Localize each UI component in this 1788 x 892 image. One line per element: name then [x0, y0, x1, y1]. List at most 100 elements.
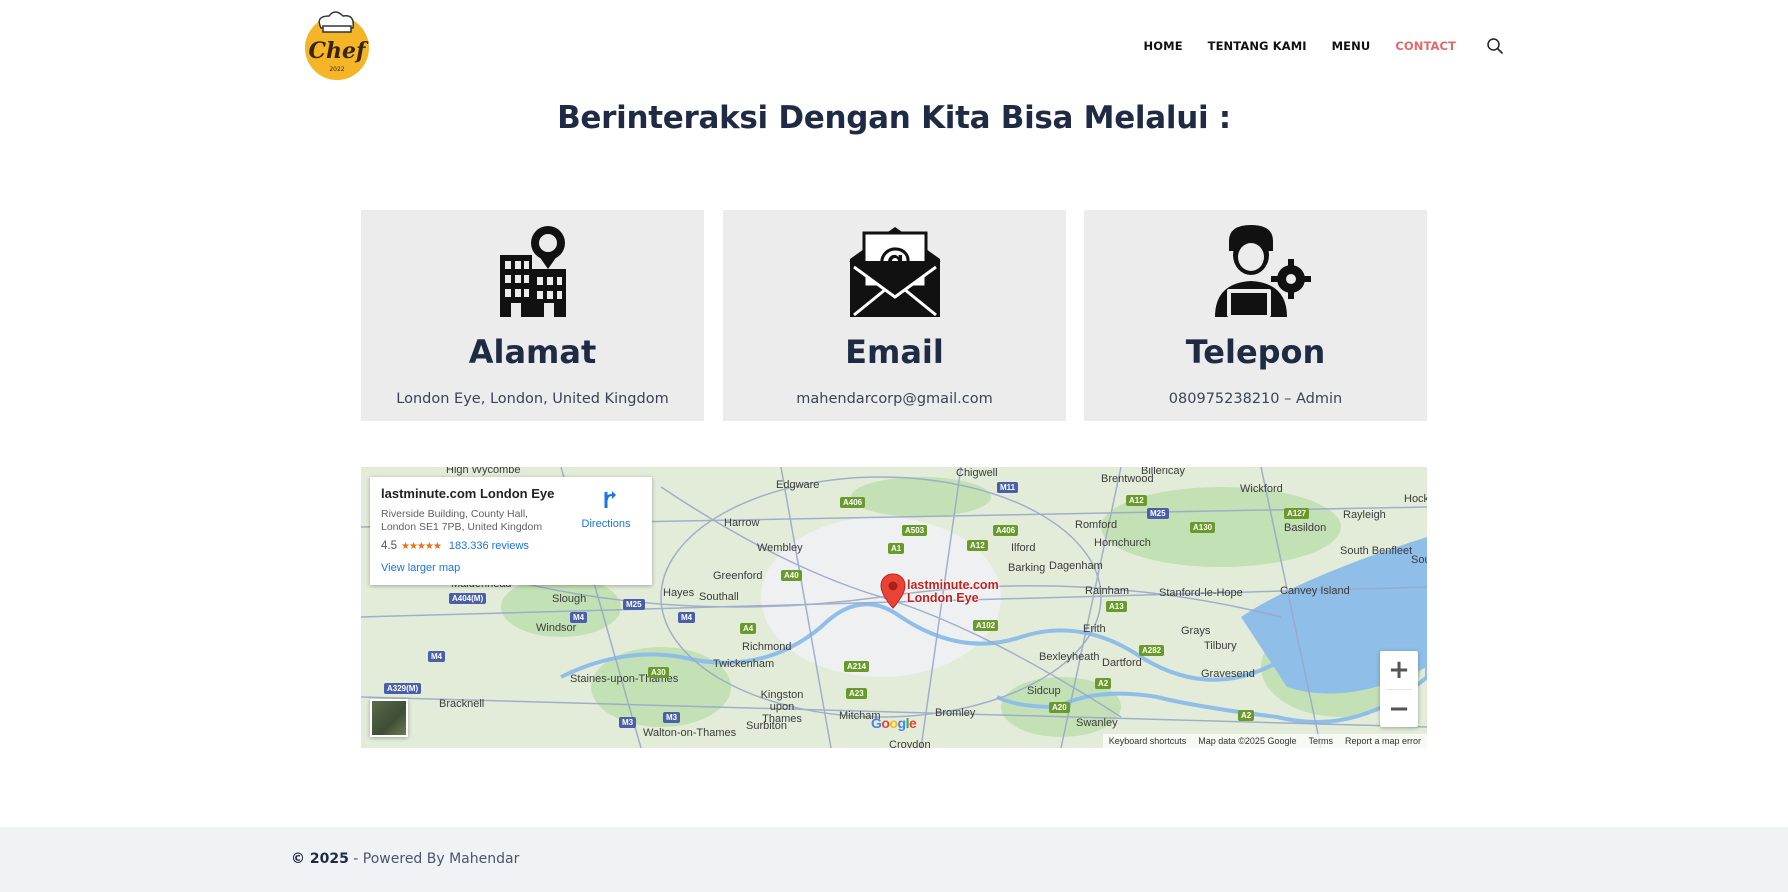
road-badge: A127: [1284, 508, 1310, 519]
road-badge: A4: [740, 623, 757, 634]
map-place: Bexleyheath: [1039, 651, 1100, 663]
terms-link[interactable]: Terms: [1308, 736, 1333, 746]
search-icon[interactable]: [1486, 37, 1504, 55]
card-alamat: Alamat London Eye, London, United Kingdo…: [361, 210, 704, 421]
road-badge: A406: [840, 497, 866, 508]
directions-icon: [604, 491, 616, 508]
powered-by: - Powered By Mahendar: [348, 851, 520, 867]
map-place: Gravesend: [1201, 668, 1255, 680]
view-larger-map-link[interactable]: View larger map: [381, 562, 460, 574]
card-title-alamat: Alamat: [468, 333, 597, 371]
road-badge: A503: [902, 525, 928, 536]
chef-logo[interactable]: Chef 2022: [301, 10, 373, 82]
nav-contact[interactable]: CONTACT: [1395, 39, 1456, 53]
road-badge: M3: [663, 712, 681, 723]
site-header: Chef 2022 HOME TENTANG KAMI MENU CONTACT: [0, 0, 1788, 92]
satellite-toggle[interactable]: [370, 699, 408, 737]
map-place: Hayes: [663, 587, 695, 599]
map-place: South Benfleet: [1340, 545, 1413, 557]
map-place: Bracknell: [439, 698, 485, 710]
building-location-icon: [478, 219, 588, 319]
map-place: Romford: [1075, 519, 1118, 531]
report-error-link[interactable]: Report a map error: [1345, 736, 1421, 746]
place-address: Riverside Building, County Hall, London …: [381, 508, 543, 533]
zoom-out-button[interactable]: −: [1380, 690, 1418, 728]
keyboard-shortcuts-link[interactable]: Keyboard shortcuts: [1109, 736, 1187, 746]
pin-label: lastminute.com London Eye: [907, 579, 999, 605]
map-place: Rainham: [1085, 585, 1130, 597]
map-place: Wembley: [757, 542, 803, 554]
contact-cards: Alamat London Eye, London, United Kingdo…: [361, 210, 1427, 421]
map-place: Walton-on-Thames: [643, 727, 737, 739]
map-place: Dagenham: [1049, 560, 1103, 572]
road-badge: A2: [1095, 678, 1112, 689]
google-logo: Google: [871, 715, 917, 731]
zoom-controls: + −: [1380, 651, 1418, 727]
site-footer: © 2025 - Powered By Mahendar: [0, 827, 1788, 892]
road-badge: A30: [648, 667, 669, 678]
main-nav: HOME TENTANG KAMI MENU CONTACT: [1119, 37, 1504, 55]
card-email: @ Email mahendarcorp@gmail.com: [723, 210, 1066, 421]
map-place: Basildon: [1284, 522, 1327, 534]
card-text-alamat: London Eye, London, United Kingdom: [396, 391, 669, 407]
nav-home[interactable]: HOME: [1144, 39, 1183, 53]
card-title-email: Email: [845, 333, 944, 371]
map-place: Slough: [552, 593, 587, 605]
road-badge: A329(M): [384, 683, 422, 694]
map-place: Harrow: [724, 517, 760, 529]
footer-text: © 2025 - Powered By Mahendar: [291, 851, 519, 867]
road-badge: A2: [1238, 710, 1255, 721]
copyright: © 2025: [291, 851, 349, 867]
map-place: Hock: [1404, 493, 1427, 505]
map-place: Stanford-le-Hope: [1159, 587, 1243, 599]
logo-text: Chef: [309, 38, 370, 64]
admin-user-gear-icon: [1201, 219, 1311, 319]
map-place: Surbiton: [746, 720, 787, 732]
map-place: Barking: [1008, 562, 1046, 574]
road-badge: A214: [844, 661, 870, 672]
card-telepon: Telepon 080975238210 – Admin: [1084, 210, 1427, 421]
map-place: Dartford: [1102, 657, 1142, 669]
nav-tentang-kami[interactable]: TENTANG KAMI: [1208, 39, 1307, 53]
map-place: Tilbury: [1204, 640, 1237, 652]
map-place: Canvey Island: [1280, 585, 1350, 597]
road-badge: A282: [1139, 645, 1165, 656]
map-place: Erith: [1083, 623, 1106, 635]
map-place: Greenford: [713, 570, 763, 582]
map-place: Sou: [1411, 554, 1427, 566]
map-place: Chigwell: [956, 467, 998, 479]
map-footer: Keyboard shortcuts Map data ©2025 Google…: [1102, 734, 1427, 748]
road-badge: A40: [781, 570, 802, 581]
email-envelope-icon: @: [840, 219, 950, 319]
google-map[interactable]: High Wycombe Chigwell Billericay Brentwo…: [361, 467, 1427, 748]
zoom-in-button[interactable]: +: [1380, 651, 1418, 689]
road-badge: M4: [678, 612, 696, 623]
directions-button[interactable]: Directions: [578, 489, 634, 530]
road-badge: M4: [570, 612, 588, 623]
road-badge: A1: [888, 543, 905, 554]
map-pin-icon[interactable]: [880, 573, 906, 609]
road-badge: A20: [1049, 702, 1070, 713]
place-info-card: lastminute.com London Eye Riverside Buil…: [370, 477, 652, 585]
card-title-telepon: Telepon: [1185, 333, 1326, 371]
road-badge: M25: [623, 599, 645, 610]
map-place: Swanley: [1076, 717, 1118, 729]
map-place: Southall: [699, 591, 739, 603]
map-place: Wickford: [1240, 483, 1283, 495]
map-place: Rayleigh: [1343, 509, 1386, 521]
road-badge: A130: [1190, 522, 1216, 533]
road-badge: A13: [1106, 601, 1127, 612]
card-text-email: mahendarcorp@gmail.com: [796, 391, 993, 407]
map-data-attribution: Map data ©2025 Google: [1198, 736, 1297, 746]
road-badge: M11: [997, 482, 1019, 493]
pin-label-line2: London Eye: [907, 591, 979, 605]
reviews-link[interactable]: 183.336 reviews: [449, 540, 529, 552]
road-badge: A12: [1126, 495, 1147, 506]
directions-label: Directions: [581, 518, 631, 530]
road-badge: M3: [619, 717, 637, 728]
road-badge: M4: [428, 651, 446, 662]
map-place: Bromley: [935, 707, 976, 719]
road-badge: A406: [993, 525, 1019, 536]
nav-menu[interactable]: MENU: [1332, 39, 1371, 53]
place-rating: 4.5 ★★★★★ 183.336 reviews: [381, 540, 641, 552]
